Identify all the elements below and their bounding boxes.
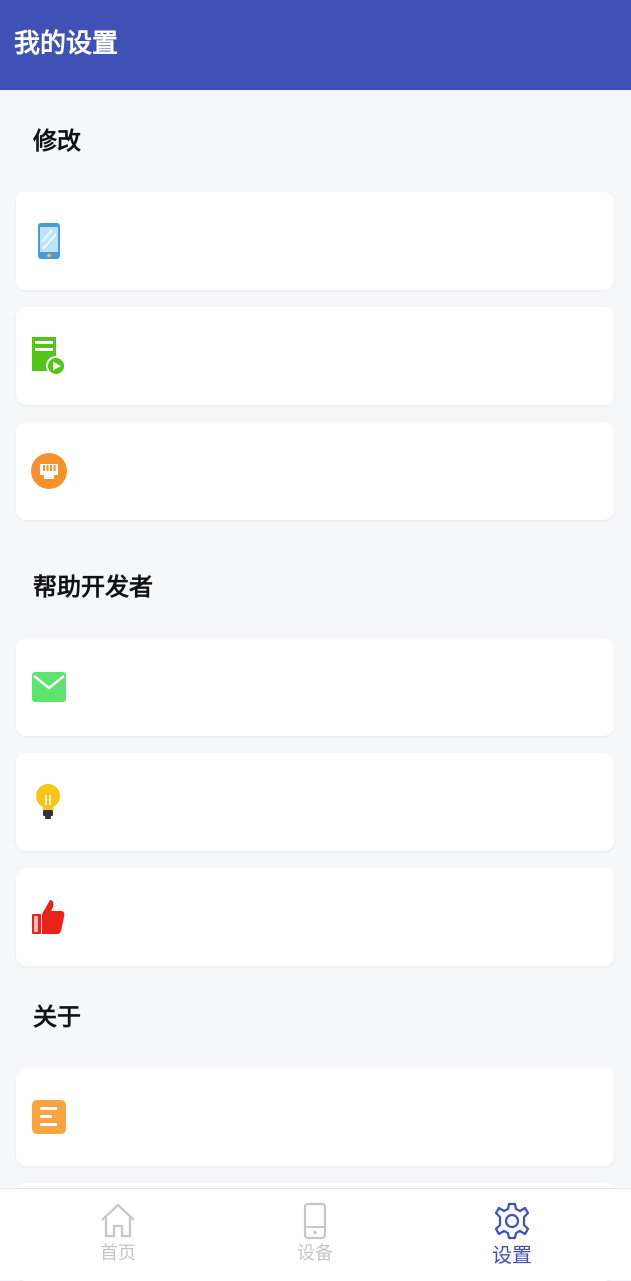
nav-label-settings: 设置	[492, 1243, 532, 1267]
server-play-icon	[30, 337, 68, 375]
gear-icon	[492, 1201, 532, 1241]
settings-item-suggestion[interactable]	[16, 753, 614, 851]
settings-item-ethernet[interactable]	[16, 422, 614, 520]
nav-label-home: 首页	[100, 1243, 136, 1264]
section-header-modify: 修改	[33, 127, 81, 155]
home-icon	[98, 1201, 138, 1241]
settings-item-mail[interactable]	[16, 638, 614, 736]
mail-icon	[30, 668, 68, 706]
page-title: 我的设置	[14, 29, 119, 59]
settings-item-server[interactable]	[16, 307, 614, 405]
nav-tab-device[interactable]: 设备	[245, 1189, 385, 1281]
section-header-help-developer: 帮助开发者	[33, 573, 153, 601]
app-bar: 我的设置	[0, 0, 631, 90]
settings-item-phone[interactable]	[16, 192, 614, 290]
nav-tab-settings[interactable]: 设置	[442, 1189, 582, 1281]
settings-item-document[interactable]	[16, 1068, 614, 1166]
device-icon	[295, 1201, 335, 1241]
ethernet-icon	[30, 452, 68, 490]
nav-tab-home[interactable]: 首页	[48, 1189, 188, 1281]
phone-icon	[30, 222, 68, 260]
section-header-about: 关于	[33, 1003, 81, 1031]
lightbulb-icon	[30, 783, 68, 821]
document-icon	[30, 1098, 68, 1136]
settings-item-like[interactable]	[16, 868, 614, 966]
bottom-navigation: 首页 设备 设置	[0, 1188, 631, 1280]
thumbs-up-icon	[30, 898, 68, 936]
nav-label-device: 设备	[297, 1243, 333, 1264]
